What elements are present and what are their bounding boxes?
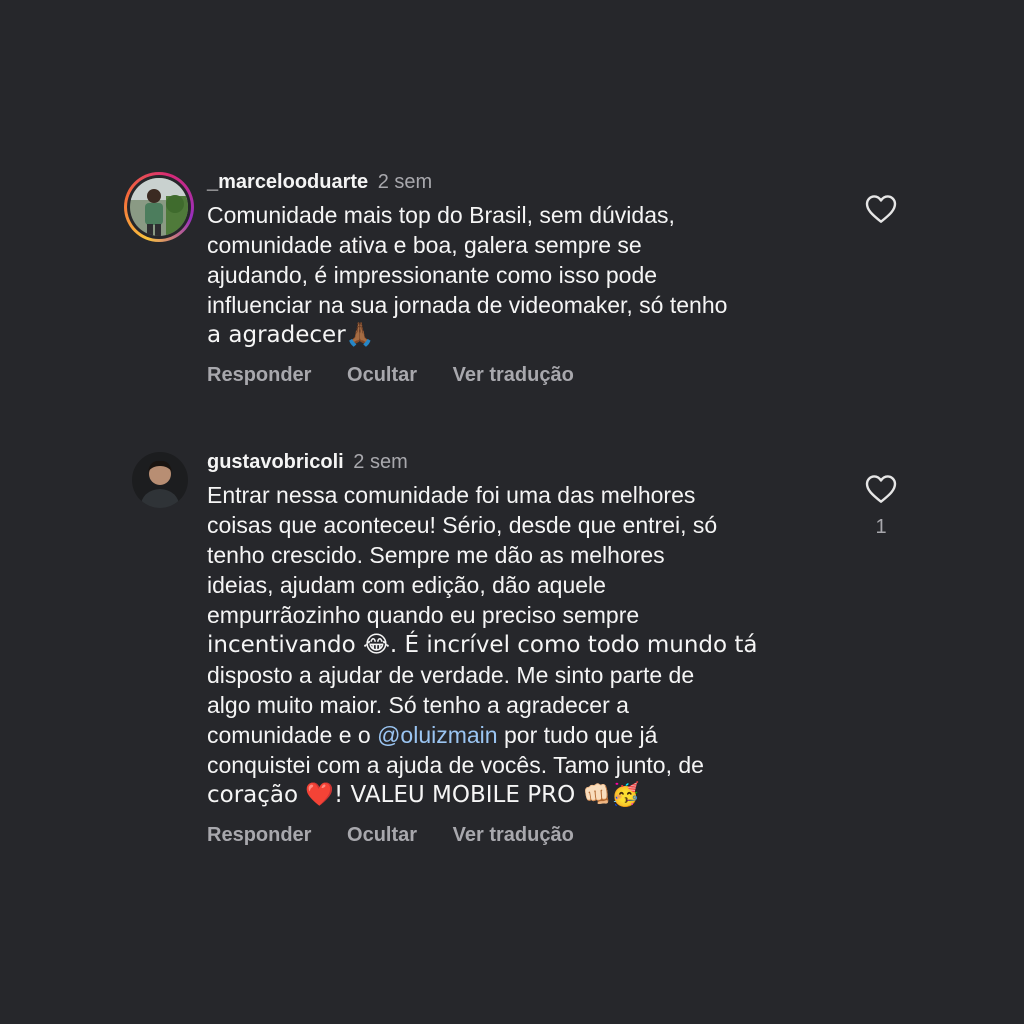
translate-button[interactable]: Ver tradução [453,364,574,386]
comment-actions: Responder Ocultar Ver tradução [207,824,847,847]
like-count: 1 [875,516,887,538]
person-photo-icon [132,452,188,508]
hide-button[interactable]: Ocultar [347,824,417,846]
translate-button[interactable]: Ver tradução [453,824,574,846]
comments-list: _marcelooduarte 2 sem Comunidade mais to… [0,0,1024,1024]
username[interactable]: _marcelooduarte [207,171,368,193]
hide-button[interactable]: Ocultar [347,364,417,386]
reply-button[interactable]: Responder [207,364,311,386]
reply-button[interactable]: Responder [207,824,311,846]
mention-link[interactable]: @oluizmain [377,722,498,748]
avatar[interactable] [132,452,188,508]
like-control: 1 [863,474,899,539]
heart-outline-icon[interactable] [865,474,897,504]
timestamp: 2 sem [377,171,433,193]
comment-actions: Responder Ocultar Ver tradução [207,364,847,387]
like-control [863,194,899,236]
comment-text: Comunidade mais top do Brasil, sem dúvid… [207,202,728,348]
heart-outline-icon[interactable] [865,194,897,224]
comment-text: Entrar nessa comunidade foi uma das melh… [207,482,758,808]
username[interactable]: gustavobricoli [207,451,344,473]
avatar-photo [130,178,188,236]
avatar[interactable] [124,172,194,242]
person-photo-icon [130,178,188,236]
comment-body: gustavobricoli 2 sem Entrar nessa comuni… [207,448,847,847]
timestamp: 2 sem [353,451,408,473]
comment-body: _marcelooduarte 2 sem Comunidade mais to… [207,168,847,387]
